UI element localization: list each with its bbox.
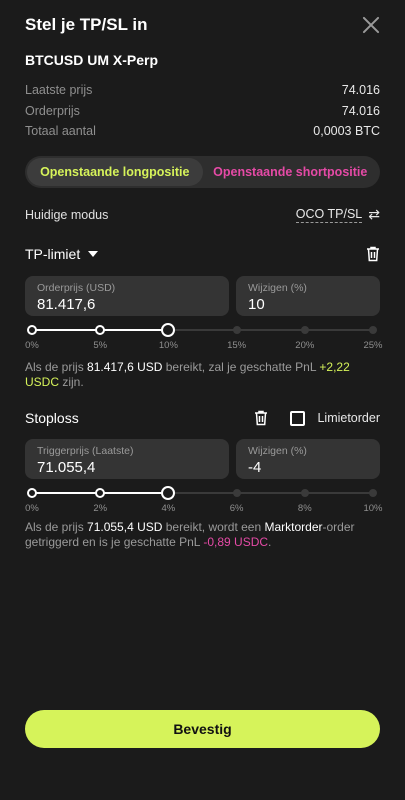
slider-tick-label: 0% <box>25 340 39 351</box>
slider-step-dot[interactable] <box>95 325 106 335</box>
desc-text: bereikt, zal je geschatte PnL <box>162 360 320 374</box>
tab-long-position[interactable]: Openstaande longpositie <box>27 158 203 186</box>
info-value: 0,0003 BTC <box>313 124 380 139</box>
sl-controls: Limietorder <box>254 410 380 426</box>
info-row-last-price: Laatste prijs 74.016 <box>25 80 380 101</box>
slider-tick-label: 2% <box>93 503 108 514</box>
trash-icon[interactable] <box>366 246 380 262</box>
slider-tick-label: 25% <box>363 340 383 351</box>
field-value: -4 <box>248 459 262 476</box>
symbol-name: BTCUSD UM X-Perp <box>25 52 159 68</box>
close-icon[interactable] <box>362 16 380 34</box>
slider-tick-label: 5% <box>93 340 108 351</box>
info-value: 74.016 <box>341 83 380 98</box>
limit-order-checkbox[interactable] <box>290 410 306 426</box>
mode-value: OCO TP/SL <box>295 206 363 223</box>
tab-short-position[interactable]: Openstaande shortpositie <box>203 158 379 186</box>
slider-step-dot[interactable] <box>27 488 37 498</box>
tp-type-dropdown[interactable]: TP-limiet <box>25 246 99 262</box>
slider-step-dot[interactable] <box>300 326 309 334</box>
tp-percent-slider[interactable]: 0% 5% 10% 15% 20% 25% <box>25 323 383 354</box>
slider-step-dot[interactable] <box>232 326 241 334</box>
sl-section-header: Stoploss Limietorder <box>25 410 380 426</box>
info-label: Orderprijs <box>25 103 80 118</box>
slider-tick-label: 10% <box>363 503 383 514</box>
info-label: Totaal aantal <box>25 124 96 139</box>
sl-percent-slider[interactable]: 0% 2% 4% 6% 8% 10% <box>25 486 383 517</box>
slider-tick-label: 0% <box>25 503 39 514</box>
confirm-button[interactable]: Bevestig <box>25 710 380 748</box>
slider-tick-label: 10% <box>158 340 178 351</box>
slider-step-dot[interactable] <box>232 489 241 497</box>
tp-order-price-field[interactable]: Orderprijs (USD) 81.417,6 <box>25 276 229 316</box>
slider-knob[interactable] <box>161 323 176 337</box>
modal-header: Stel je TP/SL in <box>25 12 380 38</box>
slider-tick-label: 15% <box>227 340 247 351</box>
slider-tick-label: 8% <box>297 503 312 514</box>
tp-title: TP-limiet <box>25 246 81 262</box>
limit-order-label: Limietorder <box>317 411 380 425</box>
sl-trigger-price-field[interactable]: Triggerprijs (Laatste) 71.055,4 <box>25 439 229 479</box>
order-info: Laatste prijs 74.016 Orderprijs 74.016 T… <box>25 80 380 142</box>
desc-text: bereikt, wordt een <box>162 520 265 534</box>
sl-description: Als de prijs 71.055,4 USD bereikt, wordt… <box>25 520 380 550</box>
slider-step-dot[interactable] <box>369 326 377 334</box>
desc-price: 81.417,6 USD <box>87 360 163 374</box>
mode-row: Huidige modus OCO TP/SL ⇄ <box>25 206 380 223</box>
desc-text: Als de prijs <box>25 360 88 374</box>
desc-text: . <box>268 535 272 549</box>
field-label: Wijzigen (%) <box>248 282 307 294</box>
tp-change-percent-field[interactable]: Wijzigen (%) 10 <box>236 276 380 316</box>
desc-order-type: Marktorder <box>264 520 323 534</box>
slider-step-dot[interactable] <box>300 489 309 497</box>
swap-icon: ⇄ <box>368 206 380 222</box>
modal-title: Stel je TP/SL in <box>25 15 148 34</box>
slider-tick-label: 6% <box>229 503 244 514</box>
mode-selector[interactable]: OCO TP/SL ⇄ <box>295 206 380 223</box>
slider-tick-label: 4% <box>161 503 176 514</box>
sl-title: Stoploss <box>25 410 79 426</box>
slider-step-dot[interactable] <box>95 488 106 498</box>
slider-tick-label: 20% <box>295 340 315 351</box>
field-value: 10 <box>248 296 265 313</box>
desc-pnl: -0,89 USDC <box>203 535 269 549</box>
mode-label: Huidige modus <box>25 207 109 222</box>
field-value: 71.055,4 <box>37 459 96 476</box>
desc-price: 71.055,4 USD <box>87 520 163 534</box>
field-label: Orderprijs (USD) <box>37 282 116 294</box>
slider-step-dot[interactable] <box>27 325 37 335</box>
field-value: 81.417,6 <box>37 296 96 313</box>
sl-change-percent-field[interactable]: Wijzigen (%) -4 <box>236 439 380 479</box>
position-tabs: Openstaande longpositie Openstaande shor… <box>25 156 380 188</box>
tp-description: Als de prijs 81.417,6 USD bereikt, zal j… <box>25 360 380 390</box>
info-label: Laatste prijs <box>25 83 93 98</box>
field-label: Wijzigen (%) <box>248 445 307 457</box>
slider-knob[interactable] <box>161 486 176 500</box>
trash-icon[interactable] <box>254 410 268 426</box>
field-label: Triggerprijs (Laatste) <box>37 445 134 457</box>
info-value: 74.016 <box>341 103 380 118</box>
info-row-order-price: Orderprijs 74.016 <box>25 101 380 122</box>
info-row-total-amount: Totaal aantal 0,0003 BTC <box>25 121 380 142</box>
tp-section-header: TP-limiet <box>25 246 380 262</box>
slider-step-dot[interactable] <box>369 489 377 497</box>
desc-text: Als de prijs <box>25 520 88 534</box>
caret-down-icon <box>88 251 99 257</box>
desc-text: zijn. <box>59 375 84 389</box>
